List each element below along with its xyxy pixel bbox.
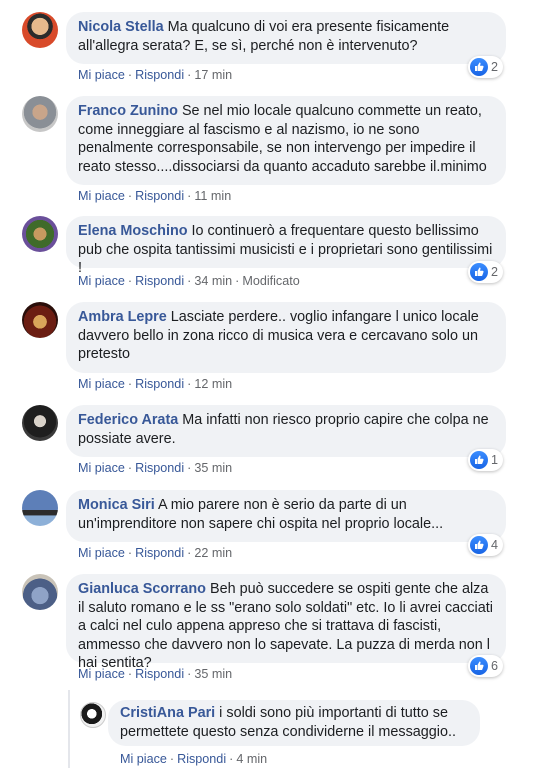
avatar[interactable]	[22, 96, 58, 132]
reaction-count[interactable]: 6	[468, 655, 504, 677]
reply-button[interactable]: Rispondi	[135, 189, 184, 203]
comment-actions: Mi piace · Rispondi · 4 min	[120, 752, 267, 766]
author-name[interactable]: CristiAna Pari	[120, 705, 215, 721]
separator: ·	[187, 546, 192, 560]
comment-actions: Mi piace · Rispondi · 35 min	[78, 667, 232, 681]
reply-button[interactable]: Rispondi	[135, 461, 184, 475]
timestamp[interactable]: 34 min	[194, 274, 232, 288]
comment-actions: Mi piace · Rispondi · 17 min	[78, 68, 232, 82]
separator: ·	[187, 189, 192, 203]
separator: ·	[127, 546, 133, 560]
like-icon	[470, 263, 488, 281]
like-button[interactable]: Mi piace	[78, 667, 125, 681]
like-icon	[470, 536, 488, 554]
comment-actions: Mi piace · Rispondi · 22 min	[78, 546, 232, 560]
comment-bubble: Nicola Stella Ma qualcuno di voi era pre…	[66, 12, 506, 64]
timestamp[interactable]: 22 min	[194, 546, 232, 560]
like-count: 2	[491, 265, 499, 279]
separator: ·	[127, 667, 133, 681]
reply-button[interactable]: Rispondi	[135, 68, 184, 82]
reaction-count[interactable]: 2	[468, 56, 504, 78]
comment-bubble: Elena Moschino Io continuerò a frequenta…	[66, 216, 506, 276]
separator: ·	[187, 274, 192, 288]
separator: ·	[127, 68, 133, 82]
like-count: 2	[491, 60, 499, 74]
like-button[interactable]: Mi piace	[78, 546, 125, 560]
author-name[interactable]: Nicola Stella	[78, 19, 164, 35]
separator: ·	[127, 377, 133, 391]
separator: ·	[187, 68, 192, 82]
reaction-count[interactable]: 4	[468, 534, 504, 556]
avatar[interactable]	[22, 216, 58, 252]
reaction-count[interactable]: 1	[468, 449, 504, 471]
reply-button[interactable]: Rispondi	[177, 752, 226, 766]
avatar[interactable]	[80, 702, 106, 728]
timestamp[interactable]: 35 min	[194, 461, 232, 475]
comment-bubble: Gianluca Scorrano Beh può succedere se o…	[66, 574, 506, 671]
edited-label[interactable]: Modificato	[242, 274, 299, 288]
timestamp[interactable]: 35 min	[194, 667, 232, 681]
comment-actions: Mi piace · Rispondi · 35 min	[78, 461, 232, 475]
like-button[interactable]: Mi piace	[78, 274, 125, 288]
like-count: 4	[491, 538, 499, 552]
like-button[interactable]: Mi piace	[78, 68, 125, 82]
author-name[interactable]: Elena Moschino	[78, 223, 188, 239]
separator: ·	[127, 461, 133, 475]
author-name[interactable]: Monica Siri	[78, 497, 155, 513]
comment-bubble: Ambra Lepre Lasciate perdere.. voglio in…	[66, 302, 506, 373]
reply-button[interactable]: Rispondi	[135, 546, 184, 560]
separator: ·	[187, 377, 192, 391]
comment-actions: Mi piace · Rispondi · 12 min	[78, 377, 232, 391]
reply-thread-line	[68, 690, 70, 768]
like-count: 6	[491, 659, 499, 673]
author-name[interactable]: Gianluca Scorrano	[78, 581, 206, 597]
timestamp[interactable]: 12 min	[194, 377, 232, 391]
timestamp[interactable]: 17 min	[194, 68, 232, 82]
like-icon	[470, 657, 488, 675]
comment-actions: Mi piace · Rispondi · 11 min	[78, 189, 231, 203]
avatar[interactable]	[22, 574, 58, 610]
like-count: 1	[491, 453, 499, 467]
reaction-count[interactable]: 2	[468, 261, 504, 283]
avatar[interactable]	[22, 405, 58, 441]
avatar[interactable]	[22, 302, 58, 338]
comment-actions: Mi piace · Rispondi · 34 min · Modificato	[78, 274, 300, 288]
separator: ·	[187, 667, 192, 681]
reply-button[interactable]: Rispondi	[135, 377, 184, 391]
separator: ·	[127, 189, 133, 203]
comment-bubble: Federico Arata Ma infatti non riesco pro…	[66, 405, 506, 457]
like-icon	[470, 58, 488, 76]
timestamp[interactable]: 4 min	[236, 752, 267, 766]
comment-bubble: Monica Siri A mio parere non è serio da …	[66, 490, 506, 542]
reply-button[interactable]: Rispondi	[135, 274, 184, 288]
author-name[interactable]: Franco Zunino	[78, 103, 178, 119]
like-button[interactable]: Mi piace	[78, 189, 125, 203]
like-button[interactable]: Mi piace	[78, 461, 125, 475]
reply-button[interactable]: Rispondi	[135, 667, 184, 681]
like-icon	[470, 451, 488, 469]
author-name[interactable]: Ambra Lepre	[78, 309, 167, 325]
avatar[interactable]	[22, 12, 58, 48]
separator: ·	[229, 752, 234, 766]
like-button[interactable]: Mi piace	[78, 377, 125, 391]
separator: ·	[235, 274, 240, 288]
avatar[interactable]	[22, 490, 58, 526]
comment-bubble: CristiAna Pari i soldi sono più importan…	[108, 700, 480, 746]
comment-bubble: Franco Zunino Se nel mio locale qualcuno…	[66, 96, 506, 185]
separator: ·	[127, 274, 133, 288]
separator: ·	[187, 461, 192, 475]
separator: ·	[169, 752, 175, 766]
like-button[interactable]: Mi piace	[120, 752, 167, 766]
author-name[interactable]: Federico Arata	[78, 412, 178, 428]
timestamp[interactable]: 11 min	[194, 189, 231, 203]
